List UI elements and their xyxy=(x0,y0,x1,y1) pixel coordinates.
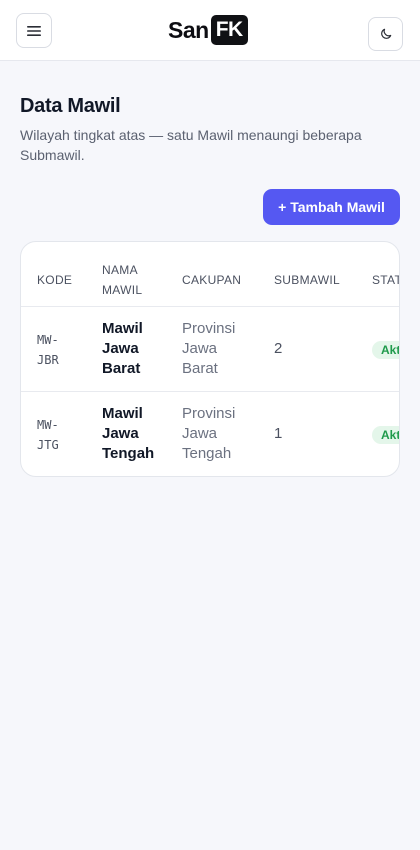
row-cakupan: Provinsi Jawa Tengah xyxy=(182,405,236,462)
row-cakupan: Provinsi Jawa Barat xyxy=(182,320,236,377)
mawil-table: KODE NAMA MAWIL CAKUPAN SUBMAWIL STATUS … xyxy=(20,241,400,477)
row-nama-mawil: Mawil Jawa Tengah xyxy=(102,405,155,462)
column-header-submawil[interactable]: SUBMAWIL xyxy=(274,255,340,305)
page-description: Wilayah tingkat atas — satu Mawil menaun… xyxy=(20,127,362,163)
row-submawil-count: 1 xyxy=(274,425,283,442)
row-divider xyxy=(21,391,399,392)
add-mawil-button[interactable]: + Tambah Mawil xyxy=(263,189,400,225)
brand-logo[interactable]: San FK xyxy=(168,15,248,45)
top-navbar: San FK xyxy=(0,0,420,61)
hamburger-menu-icon xyxy=(27,25,41,36)
page-title: Data Mawil xyxy=(20,95,121,117)
theme-toggle-button[interactable] xyxy=(368,17,403,51)
brand-name-san: San xyxy=(168,17,209,43)
column-header-kode[interactable]: KODE xyxy=(37,255,72,305)
status-badge: Aktif xyxy=(372,426,399,444)
row-kode: MW- JBR xyxy=(37,333,59,367)
moon-icon xyxy=(380,28,391,39)
column-header-cakupan[interactable]: CAKUPAN xyxy=(182,255,241,305)
menu-button[interactable] xyxy=(16,13,52,48)
brand-name-fk: FK xyxy=(210,15,248,45)
row-kode: MW- JTG xyxy=(37,418,59,452)
row-submawil-count: 2 xyxy=(274,340,283,357)
row-nama-mawil: Mawil Jawa Barat xyxy=(102,320,143,377)
column-header-nama-mawil[interactable]: NAMA MAWIL xyxy=(102,255,142,305)
header-divider xyxy=(21,306,399,307)
column-header-status[interactable]: STATUS xyxy=(372,255,399,305)
status-badge: Aktif xyxy=(372,341,399,359)
